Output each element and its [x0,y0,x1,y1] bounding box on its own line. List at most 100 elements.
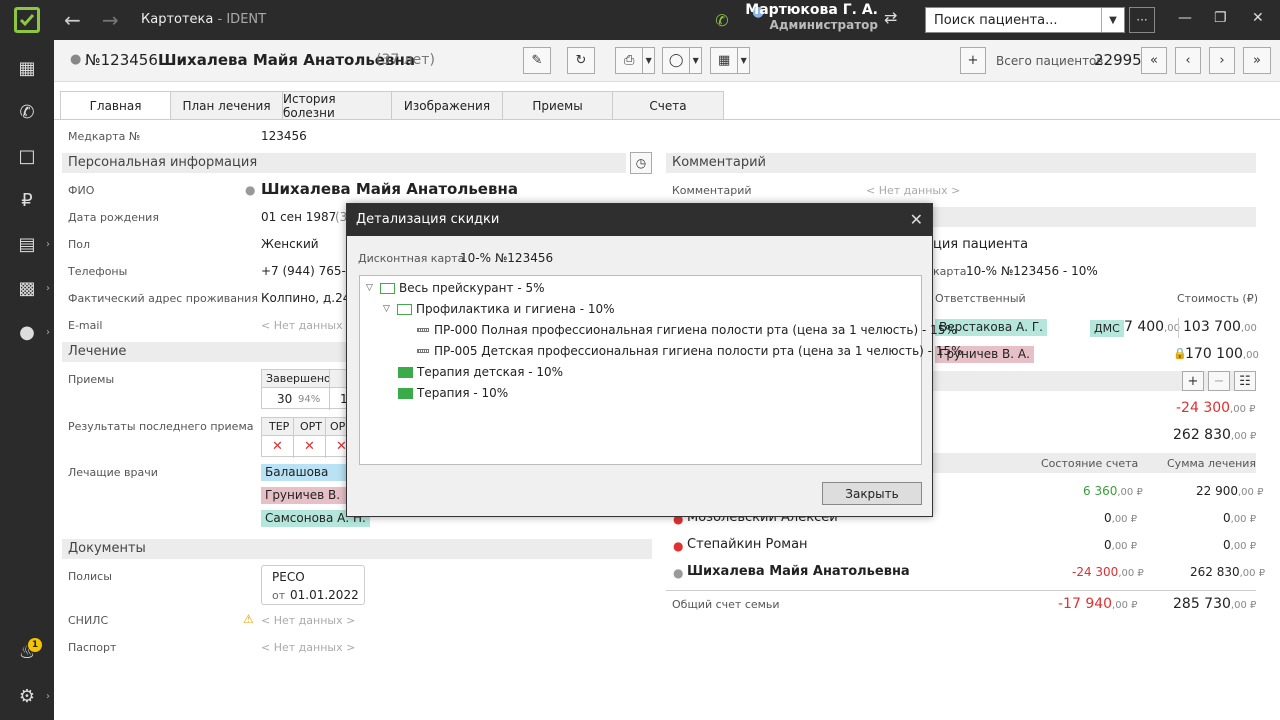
schedule-icon[interactable]: ▦ [0,46,54,90]
doctor-chip[interactable]: Груничев В. А. [261,487,347,504]
col-treatment-sum: Сумма лечения [1167,457,1257,470]
tree-node[interactable]: Терапия детская - 10% [398,365,563,379]
tree-node[interactable]: ▽ Профилактика и гигиена - 10% [383,302,615,316]
discount-card-value[interactable]: 10-% №123456 - 10% [966,264,1098,278]
patient-age: (37 лет) [376,52,435,68]
phone-icon[interactable]: ✆ [704,0,740,40]
cart-icon[interactable]: ☷ [1234,371,1256,391]
patient-search: ▼ [925,7,1125,33]
address-value: Колпино, д.24, [261,291,355,305]
email-value[interactable]: < Нет данных > [261,319,355,332]
passport-value[interactable]: < Нет данных > [261,641,355,654]
visits-count: 30 [277,392,293,406]
chevron-down-icon[interactable]: ▼ [642,48,654,73]
history-clock-icon[interactable]: ◷ [630,152,652,174]
tab-treatment-plan[interactable]: План лечения [170,91,283,119]
family-member-name[interactable]: Шихалева Майя Анатольевна [687,564,910,579]
policy-card[interactable]: РЕСО от 01.01.2022 [261,565,365,605]
first-page-icon[interactable]: « [1141,47,1167,74]
patient-search-input[interactable] [926,8,1101,32]
discount-card-value: 10-% №123456 [460,251,554,265]
chevron-down-icon[interactable]: ▼ [1101,8,1124,32]
chat-icon[interactable]: □ [0,134,54,178]
birth-value: 01 сен 1987 [261,210,337,224]
message-button[interactable]: ◯ ▼ [662,47,702,74]
refresh-icon[interactable]: ↻ [567,47,595,74]
close-button[interactable]: Закрыть [822,482,922,505]
analytics-icon[interactable]: ▩ › [0,266,54,310]
doctor-chip[interactable]: Балашова Н. Д [261,464,347,481]
print-icon: ⎙ [623,53,635,68]
remove-icon[interactable]: − [1208,371,1230,391]
divider [1178,318,1179,338]
folder-open-icon [380,282,395,294]
back-arrow-icon[interactable]: ← [64,8,81,32]
staff-icon[interactable]: ● › [0,310,54,354]
cross-icon: ✕ [304,439,315,454]
edit-pencil-icon[interactable]: ✎ [523,47,551,74]
family-total-state: -17 940,00 ₽ [1058,596,1138,612]
tab-history[interactable]: История болезни [282,91,392,120]
app-logo[interactable] [0,0,54,40]
tree-node[interactable]: ПР-000 Полная профессиональная гигиена п… [417,323,957,337]
snils-value[interactable]: < Нет данных > [261,614,355,627]
prev-page-icon[interactable]: ‹ [1175,47,1201,74]
payments-icon[interactable]: ₽ [0,178,54,222]
patient-icon: ● [70,52,82,67]
results-col-ter: ТЕР [269,420,290,433]
expand-triangle-icon[interactable]: ▽ [383,304,397,314]
policy-name: РЕСО [272,570,305,584]
policy-label: Полисы [68,570,112,583]
chevron-down-icon[interactable]: ▼ [689,48,701,73]
tab-visits[interactable]: Приемы [502,91,613,119]
next-page-icon[interactable]: › [1209,47,1235,74]
tab-bar: Главная План лечения История болезни Изо… [60,91,724,120]
forward-arrow-icon[interactable]: → [102,8,119,32]
visits-table: Завершено 30 94% 1 [261,369,351,410]
family-row-sum: 0,00 ₽ [1223,538,1257,552]
current-user[interactable]: Мартюкова Г. А. Администратор [744,2,878,32]
tab-main[interactable]: Главная [60,91,171,120]
visits-percent: 94% [298,394,321,405]
person-icon: ● [673,566,684,580]
print-button[interactable]: ⎙ ▼ [615,47,655,74]
tree-node[interactable]: ПР-005 Детская профессиональная гигиена … [417,344,963,358]
maximize-icon[interactable]: ❐ [1214,10,1227,26]
family-row-sum: 22 900,00 ₽ [1196,484,1264,498]
family-member-name[interactable]: Степайкин Роман [687,537,808,552]
policy-from: от [272,589,286,602]
notification-badge: 1 [28,638,42,652]
family-total-label: Общий счет семьи [672,598,780,611]
expand-triangle-icon[interactable]: ▽ [366,283,380,293]
results-col-ort: ОРТ [300,420,323,433]
medcard-value: 123456 [261,129,307,143]
calendar-button[interactable]: ▦ ▼ [710,47,750,74]
col-responsible: Ответственный [935,292,1026,305]
policy-date: 01.01.2022 [290,588,359,602]
snils-label: СНИЛС [68,614,109,627]
more-button[interactable]: ··· [1129,7,1155,33]
close-icon[interactable]: ✕ [910,204,923,236]
calls-icon[interactable]: ✆ [0,90,54,134]
treatment-section-title: Лечение [62,342,354,362]
comment-value[interactable]: < Нет данных > [866,184,960,197]
switch-user-icon[interactable]: ⇄ [884,8,897,27]
balance-debt: -24 300,00 ₽ [1176,400,1256,416]
notifications-icon[interactable]: ♨ 1 [0,630,54,674]
last-page-icon[interactable]: » [1243,47,1271,74]
tree-node[interactable]: Терапия - 10% [398,386,508,400]
tree-node-label: Профилактика и гигиена - 10% [416,302,615,316]
tab-invoices[interactable]: Счета [612,91,724,119]
add-patient-button[interactable]: + [960,47,986,74]
row1-amount-b: 103 700,00 [1183,319,1257,335]
tree-node[interactable]: ▽ Весь прейскурант - 5% [366,281,545,295]
add-icon[interactable]: + [1182,371,1204,391]
chevron-down-icon[interactable]: ▼ [737,48,749,73]
minimize-icon[interactable]: — [1178,10,1192,26]
reports-icon[interactable]: ▤ › [0,222,54,266]
divider [666,590,1256,591]
settings-gear-icon[interactable]: ⚙ › [0,674,54,718]
close-window-icon[interactable]: ✕ [1252,10,1264,26]
section-header [933,207,1256,227]
tab-images[interactable]: Изображения [391,91,503,119]
